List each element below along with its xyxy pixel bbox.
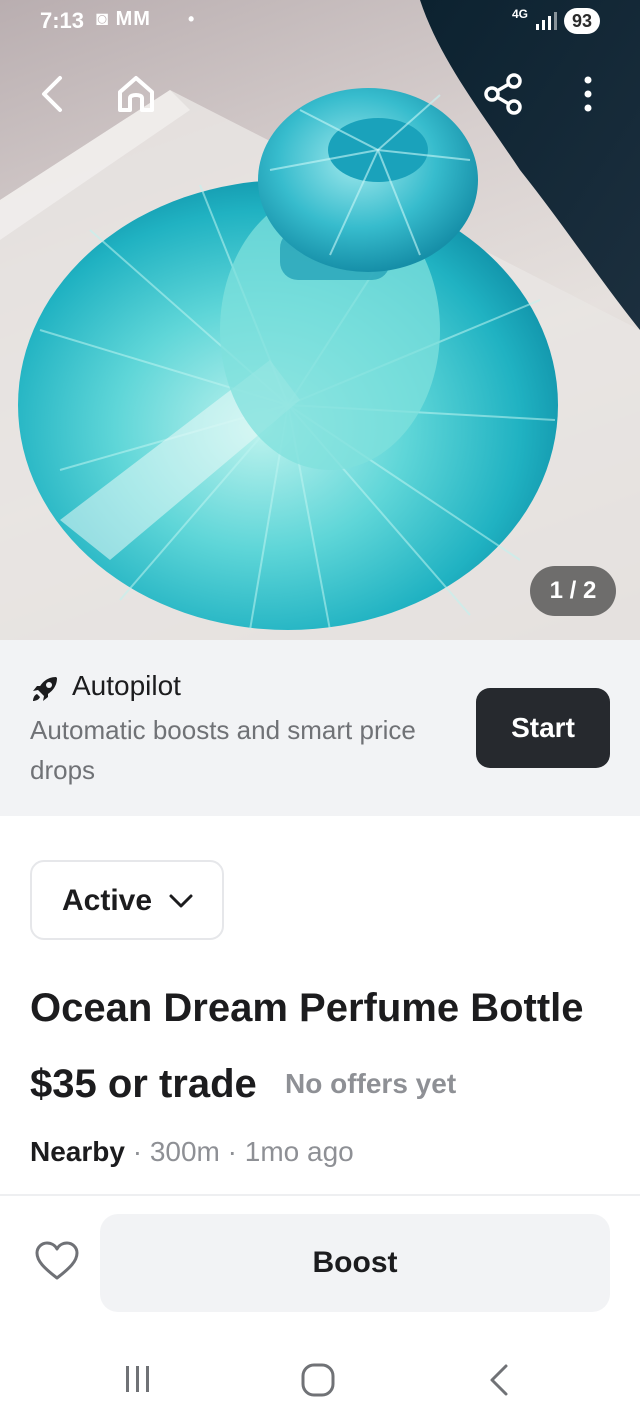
rocket-icon: [33, 677, 57, 701]
listing-photo[interactable]: [0, 0, 640, 640]
listing-status-dropdown[interactable]: Active: [30, 860, 224, 940]
network-indicator: 4G: [512, 7, 529, 21]
status-time: 7:13: [40, 8, 85, 33]
system-back-icon[interactable]: [484, 1360, 514, 1400]
distance-and-age: · 300m · 1mo ago: [132, 1136, 354, 1167]
location-label[interactable]: Nearby: [30, 1136, 125, 1167]
status-bar: 7:13 ◙ MM • 4G 93: [0, 0, 640, 44]
signal-icon: [536, 12, 557, 30]
favorite-button[interactable]: [34, 1240, 80, 1287]
perfume-bottle-image: [0, 0, 640, 640]
share-icon: [484, 73, 522, 115]
offers-status: No offers yet: [285, 1068, 457, 1099]
battery-indicator: 93: [564, 8, 600, 34]
notification-dot: •: [188, 9, 195, 29]
autopilot-title: Autopilot: [72, 670, 181, 701]
divider: [0, 1194, 640, 1196]
listing-meta: Nearby · 300m · 1mo ago: [30, 1136, 354, 1168]
home-button[interactable]: [108, 66, 164, 122]
listing-title: Ocean Dream Perfume Bottle: [30, 986, 584, 1030]
listing-status-label: Active: [62, 884, 153, 917]
chevron-down-icon: [169, 894, 193, 908]
recent-apps-icon[interactable]: [118, 1362, 158, 1396]
back-button[interactable]: [24, 66, 80, 122]
autopilot-description: Automatic boosts and smart price drops: [30, 715, 416, 785]
heart-icon: [35, 1241, 79, 1280]
more-options-button[interactable]: [560, 66, 616, 122]
chevron-left-icon: [42, 76, 62, 112]
home-icon: [118, 76, 154, 112]
start-autopilot-button[interactable]: Start: [476, 688, 610, 768]
listing-price: $35 or trade: [30, 1062, 257, 1106]
share-button[interactable]: [476, 66, 532, 122]
photo-counter: 1 / 2: [530, 566, 616, 616]
notification-icons: ◙ MM: [96, 8, 151, 30]
system-home-icon[interactable]: [298, 1360, 338, 1400]
boost-button[interactable]: Boost: [100, 1214, 610, 1312]
more-vertical-icon: [584, 76, 592, 112]
